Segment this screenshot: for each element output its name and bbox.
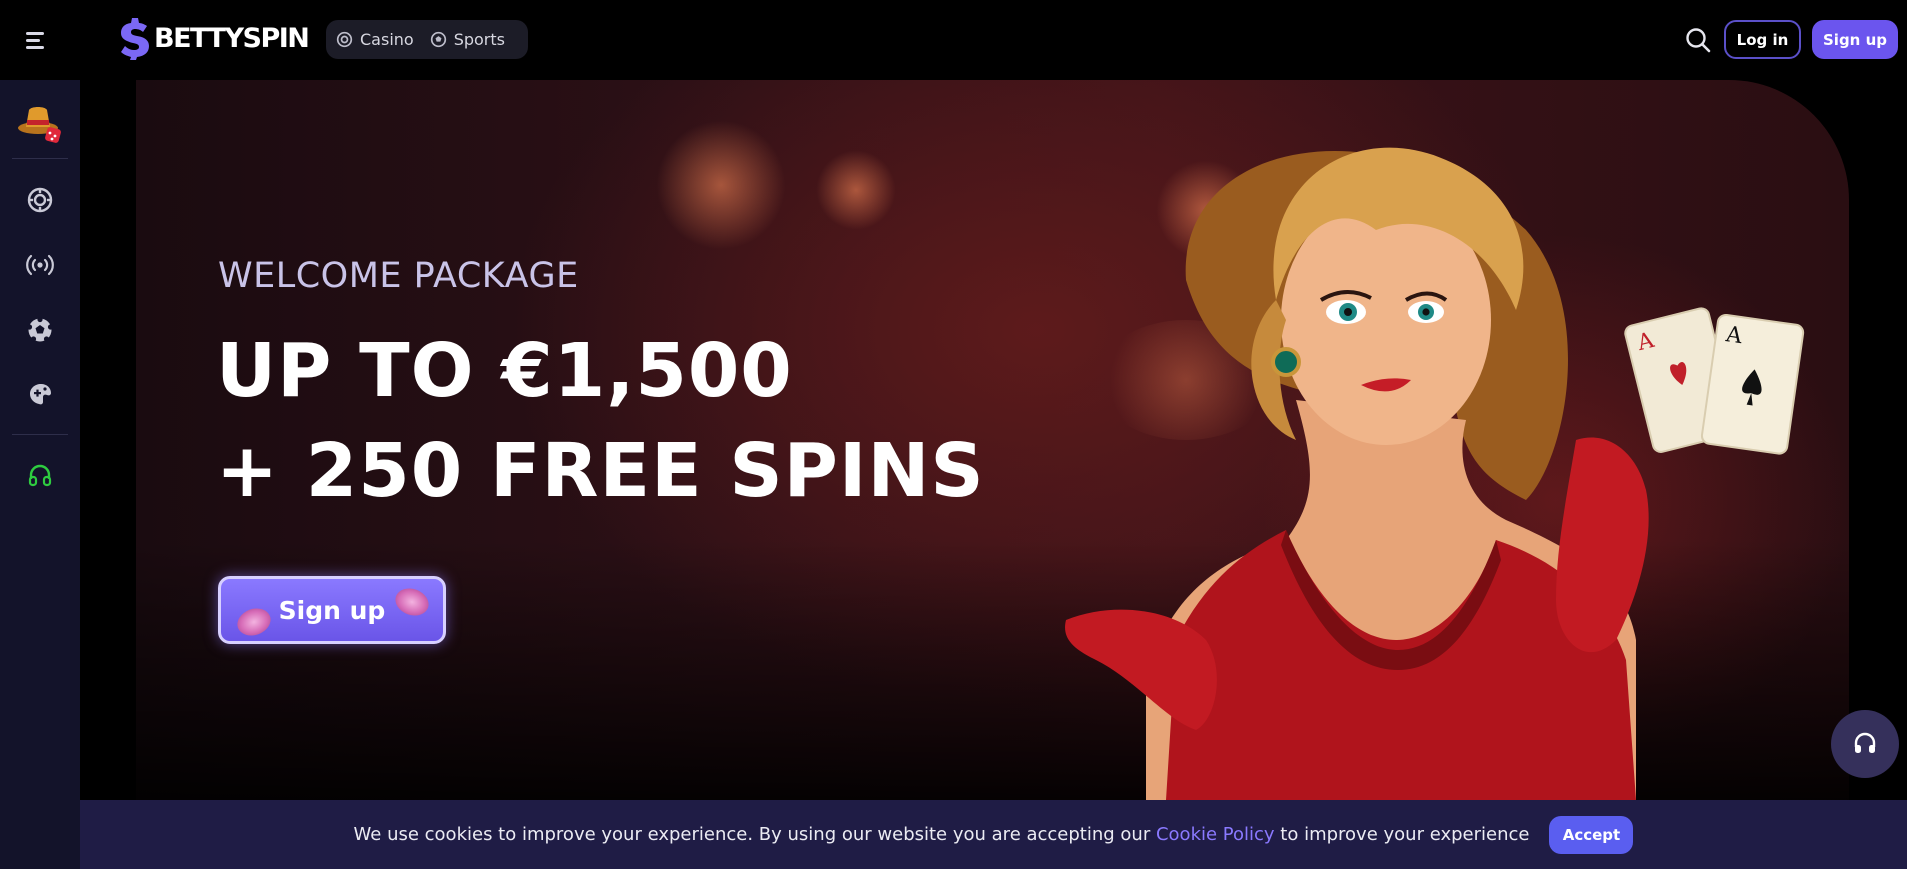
nav-sports-label: Sports bbox=[453, 30, 505, 49]
logo-mark-icon bbox=[121, 18, 149, 60]
hero-title-line1: UP TO €1,500 bbox=[216, 328, 793, 414]
hero-subtitle: WELCOME PACKAGE bbox=[218, 256, 579, 296]
casino-chip-icon bbox=[336, 31, 353, 48]
signup-button[interactable]: Sign up bbox=[1812, 20, 1898, 59]
main-nav: Casino Sports bbox=[326, 20, 528, 59]
nav-casino[interactable]: Casino bbox=[336, 30, 414, 49]
hero-signup-label: Sign up bbox=[278, 595, 386, 625]
search-icon[interactable] bbox=[1684, 26, 1712, 54]
login-button[interactable]: Log in bbox=[1724, 20, 1801, 59]
headset-support-icon[interactable] bbox=[26, 462, 54, 490]
nav-casino-label: Casino bbox=[360, 30, 414, 49]
cookie-text: We use cookies to improve your experienc… bbox=[354, 824, 1530, 845]
chip-decoration bbox=[391, 583, 433, 621]
hamburger-menu-icon[interactable] bbox=[26, 30, 52, 50]
cookie-policy-link[interactable]: Cookie Policy bbox=[1156, 824, 1275, 845]
sidebar-divider bbox=[12, 434, 68, 435]
headset-support-icon bbox=[1854, 732, 1876, 753]
logo[interactable]: BETTYSPIN bbox=[118, 16, 310, 60]
support-chat-button[interactable] bbox=[1831, 710, 1899, 778]
accept-cookies-button[interactable]: Accept bbox=[1549, 815, 1634, 854]
logo-text: BETTYSPIN bbox=[154, 22, 310, 54]
live-broadcast-icon[interactable] bbox=[26, 251, 54, 279]
chip-decoration bbox=[233, 603, 275, 641]
sidebar bbox=[0, 80, 80, 869]
cookie-text-before: We use cookies to improve your experienc… bbox=[353, 824, 1156, 845]
hero-signup-button[interactable]: Sign up bbox=[218, 576, 446, 644]
top-bar: BETTYSPIN Casino Sports Log in Sign up bbox=[0, 0, 1907, 80]
cookie-banner: We use cookies to improve your experienc… bbox=[80, 800, 1907, 869]
casino-chip-icon[interactable] bbox=[26, 186, 54, 214]
gamepad-icon[interactable] bbox=[26, 380, 54, 408]
soccer-ball-icon bbox=[430, 31, 446, 48]
cookie-text-after: to improve your experience bbox=[1274, 824, 1530, 845]
hero-title-line2: + 250 FREE SPINS bbox=[216, 428, 985, 514]
hat-dice-avatar[interactable] bbox=[16, 98, 66, 148]
soccer-ball-icon[interactable] bbox=[26, 316, 54, 344]
hero-banner: A A WELCOME PACKAGE UP TO €1,500 + 250 F… bbox=[136, 80, 1849, 800]
nav-sports[interactable]: Sports bbox=[430, 30, 505, 49]
sidebar-divider bbox=[12, 158, 68, 159]
